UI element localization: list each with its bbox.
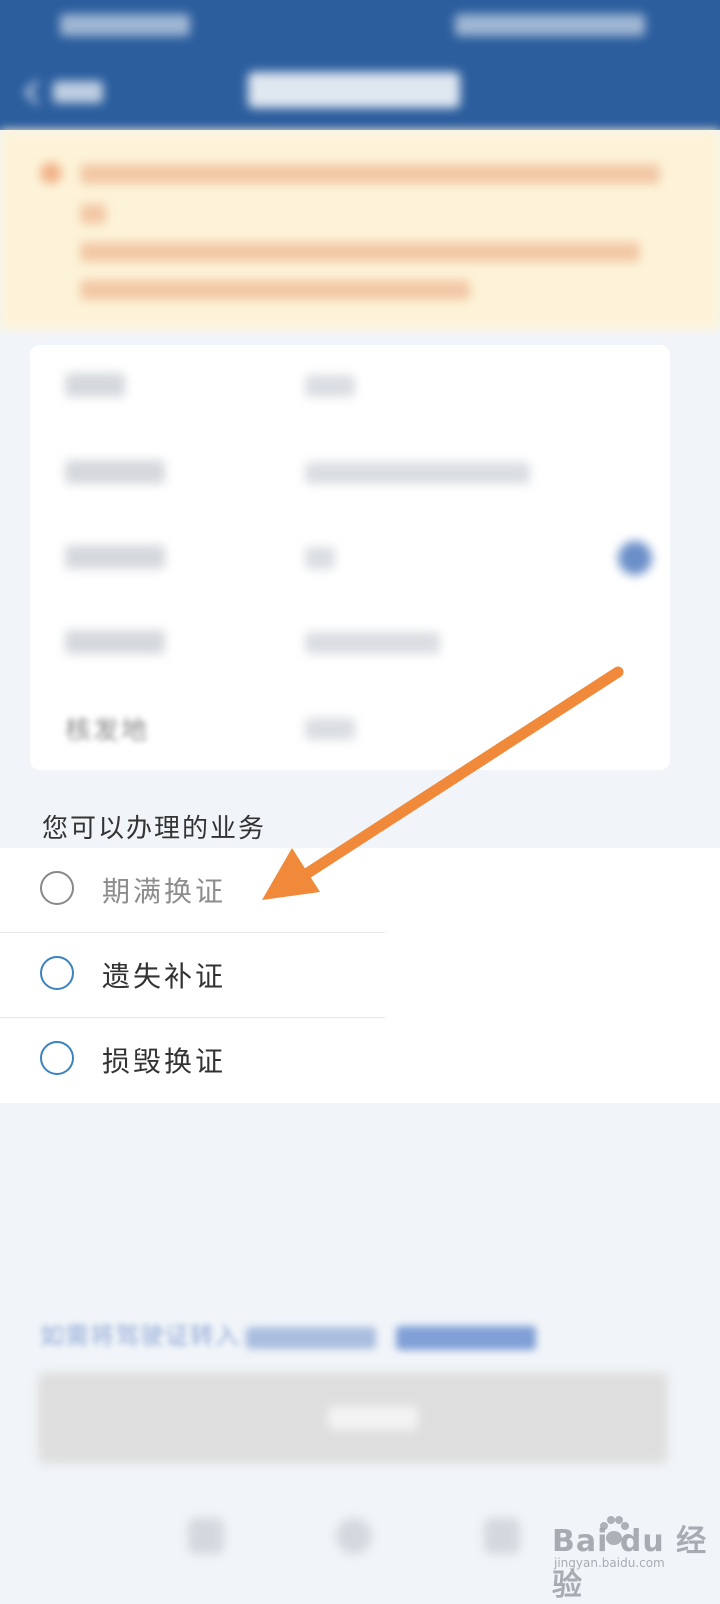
- info-row-class: [65, 537, 645, 577]
- status-left-blurred: [60, 14, 190, 36]
- transfer-hint-text: 如需将驾驶证转入: [40, 1322, 240, 1350]
- option-expiry-renewal[interactable]: 期满换证: [0, 848, 720, 933]
- warning-icon: [40, 162, 62, 184]
- hint-link-blurred[interactable]: [396, 1325, 536, 1350]
- back-label-blurred: [53, 81, 103, 103]
- info-value-blurred: [305, 632, 440, 654]
- watermark-url: jingyan.baidu.com: [554, 1556, 665, 1570]
- back-chevron-icon: [24, 79, 49, 105]
- hint-blurred-part: [246, 1326, 376, 1349]
- baidu-watermark: Bai du 经验 jingyan.baidu.com: [540, 1512, 710, 1603]
- info-value-blurred: [305, 462, 530, 484]
- info-row-issuing-place: 核发地: [65, 708, 645, 748]
- status-right-blurred: [455, 14, 645, 36]
- option-damage-replacement[interactable]: 损毁换证: [0, 1018, 720, 1103]
- info-label-blurred: [65, 630, 165, 654]
- info-label-blurred: [65, 545, 165, 569]
- service-options-list: 期满换证 遗失补证 损毁换证: [0, 848, 720, 1103]
- info-label-blurred: [65, 460, 165, 484]
- option-loss-replacement[interactable]: 遗失补证: [0, 933, 720, 1018]
- nav-recent-icon[interactable]: [484, 1518, 520, 1554]
- option-label: 遗失补证: [102, 960, 227, 993]
- info-row-license-number: [65, 452, 645, 492]
- radio-icon[interactable]: [40, 1041, 74, 1075]
- info-value-blurred: [305, 718, 355, 740]
- info-value-blurred: [305, 375, 355, 397]
- info-row-name: [65, 365, 645, 405]
- back-button[interactable]: [18, 70, 118, 114]
- info-label-blurred: [65, 373, 125, 397]
- app-header: [0, 0, 720, 130]
- page-title-blurred: [248, 72, 460, 108]
- notice-banner: [0, 130, 720, 330]
- radio-icon[interactable]: [40, 956, 74, 990]
- radio-icon[interactable]: [40, 871, 74, 905]
- notice-line: [80, 280, 470, 300]
- transfer-hint[interactable]: 如需将驾驶证转入: [40, 1316, 536, 1351]
- option-label: 期满换证: [102, 875, 227, 908]
- notice-line: [80, 242, 640, 262]
- issuing-place-label: 核发地: [65, 716, 150, 746]
- option-label: 损毁换证: [102, 1045, 227, 1078]
- next-button[interactable]: [38, 1372, 668, 1464]
- next-button-label-blurred: [328, 1406, 418, 1430]
- status-bar: [0, 0, 720, 52]
- services-title: 您可以办理的业务: [42, 814, 267, 844]
- info-circle-icon[interactable]: [618, 541, 652, 575]
- info-row-valid-until: [65, 622, 645, 662]
- license-info-card: 核发地: [30, 345, 670, 770]
- nav-back-icon[interactable]: [188, 1518, 224, 1554]
- notice-line: [80, 204, 106, 224]
- info-value-blurred: [305, 547, 335, 569]
- nav-home-icon[interactable]: [336, 1518, 372, 1554]
- notice-line: [80, 164, 660, 184]
